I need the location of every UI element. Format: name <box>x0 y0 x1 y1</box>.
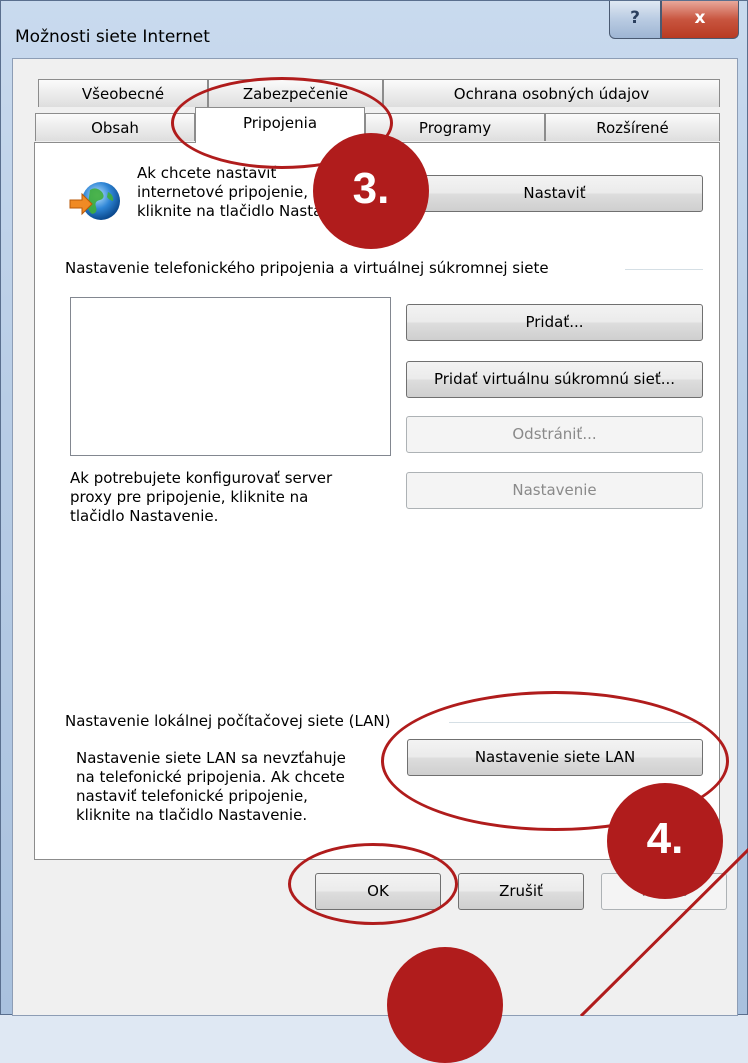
proxy-text-line2: proxy pre pripojenie, kliknite na <box>70 488 309 506</box>
network-globe-icon <box>69 182 120 220</box>
setup-button[interactable]: Nastaviť <box>406 175 703 212</box>
dialup-divider <box>625 269 703 270</box>
lan-text-line4: kliknite na tlačidlo Nastavenie. <box>76 806 308 824</box>
lan-text-line2: na telefonické pripojenia. Ak chcete <box>76 768 345 786</box>
remove-button[interactable]: Odstrániť... <box>406 416 703 453</box>
proxy-text-line3: tlačidlo Nastavenie. <box>70 507 219 525</box>
title-bar[interactable]: Možnosti siete Internet ? x <box>1 1 748 61</box>
lan-text-line1: Nastavenie siete LAN sa nevzťahuje <box>76 749 346 767</box>
highlight-ellipse-ok-button <box>288 843 458 925</box>
proxy-text-line1: Ak potrebujete konfigurovať server <box>70 469 333 487</box>
setup-text-line2: internetové pripojenie, <box>137 183 308 201</box>
lan-heading: Nastavenie lokálnej počítačovej siete (L… <box>65 712 391 730</box>
help-button[interactable]: ? <box>609 1 661 39</box>
close-button[interactable]: x <box>661 1 739 39</box>
tab-rozsirene[interactable]: Rozšírené <box>545 113 720 141</box>
window-title: Možnosti siete Internet <box>15 27 210 47</box>
step-5-badge-partial <box>387 947 503 1063</box>
cancel-button[interactable]: Zrušiť <box>458 873 584 910</box>
connections-listbox[interactable] <box>70 297 391 456</box>
dialup-heading: Nastavenie telefonického pripojenia a vi… <box>65 259 549 277</box>
dialup-settings-button[interactable]: Nastavenie <box>406 472 703 509</box>
dialog-window: Možnosti siete Internet ? x Všeobecné Za… <box>0 0 748 1063</box>
lan-text-line3: nastaviť telefonické pripojenie, <box>76 787 308 805</box>
add-button[interactable]: Pridať... <box>406 304 703 341</box>
step-3-badge: 3. <box>313 133 429 249</box>
add-vpn-button[interactable]: Pridať virtuálnu súkromnú sieť... <box>406 361 703 398</box>
step-4-badge: 4. <box>607 783 723 899</box>
tab-ochrana-udajov[interactable]: Ochrana osobných údajov <box>383 79 720 107</box>
